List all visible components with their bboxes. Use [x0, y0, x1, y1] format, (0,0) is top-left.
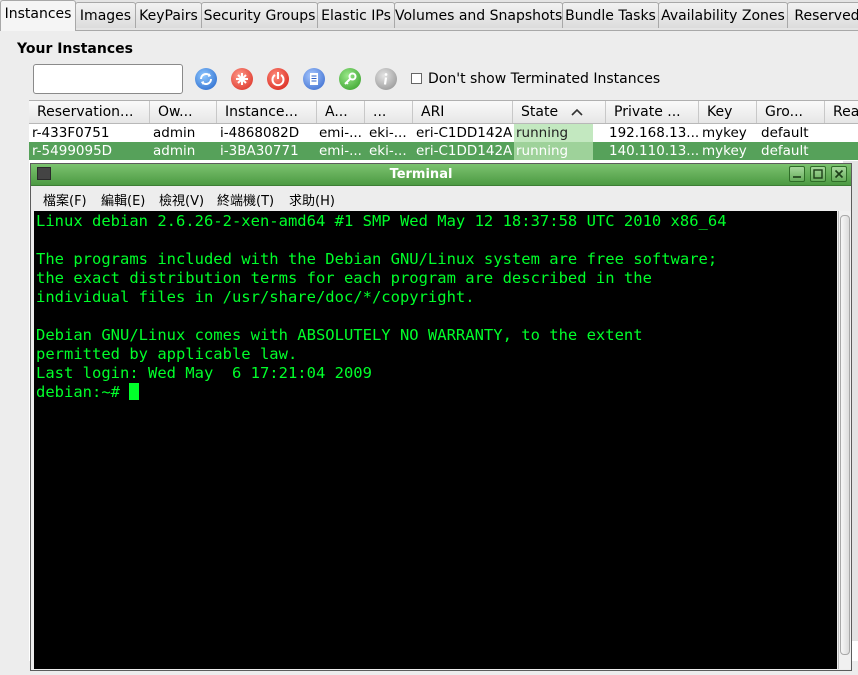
- terminal-screen[interactable]: Linux debian 2.6.26-2-xen-amd64 #1 SMP W…: [34, 211, 837, 669]
- page-title: Your Instances: [17, 41, 133, 57]
- cell-owner: admin: [153, 143, 196, 159]
- cell-owner: admin: [153, 125, 196, 141]
- maximize-button[interactable]: [810, 166, 826, 182]
- cell-ami: emi-...: [319, 125, 362, 141]
- cell-key: mykey: [702, 143, 747, 159]
- tab-instances[interactable]: Instances: [0, 0, 76, 31]
- tab-elastic-ips[interactable]: Elastic IPs: [317, 2, 395, 28]
- terminal-line: The programs included with the Debian GN…: [36, 250, 718, 268]
- terminal-window: Terminal 檔案(F) 編輯(E) 檢視(V) 終端機(T) 求助(H) …: [30, 163, 852, 671]
- connect-icon[interactable]: [339, 68, 361, 90]
- table-header: Reservation... Ow... Instance... A... ..…: [29, 101, 858, 124]
- terminal-scrollbar[interactable]: [838, 211, 851, 669]
- tab-availability-zones[interactable]: Availability Zones: [658, 2, 788, 28]
- tab-bar: Instances Images KeyPairs Security Group…: [0, 0, 858, 31]
- search-input[interactable]: [33, 64, 183, 94]
- terminal-line: Last login: Wed May 6 17:21:04 2009: [36, 364, 372, 382]
- cell-private-ip: 192.168.13...: [609, 125, 700, 141]
- cell-state: running: [514, 124, 593, 142]
- terminal-menubar: 檔案(F) 編輯(E) 檢視(V) 終端機(T) 求助(H): [31, 186, 851, 210]
- col-key[interactable]: Key: [699, 101, 757, 123]
- col-state[interactable]: State: [513, 101, 606, 123]
- menu-view[interactable]: 檢視(V): [159, 190, 204, 209]
- hide-terminated-checkbox[interactable]: [411, 73, 422, 84]
- terminal-line: Linux debian 2.6.26-2-xen-amd64 #1 SMP W…: [36, 212, 727, 230]
- close-icon: [834, 169, 844, 179]
- tab-bundle-tasks[interactable]: Bundle Tasks: [562, 2, 659, 28]
- terminal-title: Terminal: [389, 167, 453, 182]
- sort-ascending-icon: [571, 108, 583, 116]
- terminal-line: permitted by applicable law.: [36, 345, 298, 363]
- terminal-scrollbar-thumb[interactable]: [840, 215, 850, 655]
- cell-ami: emi-...: [319, 143, 362, 159]
- cell-aki: eki-...: [369, 125, 407, 141]
- col-reservation[interactable]: Reservation...: [29, 101, 150, 123]
- cell-ari: eri-C1DD142A: [416, 143, 513, 159]
- refresh-icon[interactable]: [195, 68, 217, 90]
- tab-volumes-snapshots[interactable]: Volumes and Snapshots: [394, 2, 563, 28]
- close-button[interactable]: [831, 166, 847, 182]
- cell-aki: eki-...: [369, 143, 407, 159]
- tab-security-groups[interactable]: Security Groups: [201, 2, 318, 28]
- hide-terminated-label: Don't show Terminated Instances: [428, 71, 661, 87]
- terminal-line: the exact distribution terms for each pr…: [36, 269, 652, 287]
- col-reason[interactable]: Rea: [825, 101, 858, 123]
- terminal-prompt: debian:~#: [36, 383, 130, 401]
- terminal-line: Debian GNU/Linux comes with ABSOLUTELY N…: [36, 326, 643, 344]
- terminal-prompt-line: debian:~#: [36, 383, 140, 402]
- table-row[interactable]: r-433F0751 admin i-4868082D emi-... eki-…: [29, 124, 858, 142]
- cell-private-ip: 140.110.13...: [609, 143, 700, 159]
- terminal-line: individual files in /usr/share/doc/*/cop…: [36, 288, 475, 306]
- menu-edit[interactable]: 編輯(E): [101, 190, 145, 209]
- menu-terminal[interactable]: 終端機(T): [217, 190, 274, 209]
- col-ari[interactable]: ARI: [413, 101, 513, 123]
- col-ami[interactable]: A...: [317, 101, 365, 123]
- cell-key: mykey: [702, 125, 747, 141]
- col-group[interactable]: Gro...: [757, 101, 825, 123]
- table-row[interactable]: r-5499095D admin i-3BA30771 emi-... eki-…: [29, 142, 858, 160]
- cell-instance: i-4868082D: [220, 125, 300, 141]
- maximize-icon: [813, 169, 823, 179]
- stop-icon[interactable]: [267, 68, 289, 90]
- cell-state: running: [514, 142, 593, 160]
- col-instance[interactable]: Instance...: [217, 101, 317, 123]
- col-aki[interactable]: ...: [365, 101, 413, 123]
- minimize-icon: [793, 176, 801, 178]
- info-icon[interactable]: [375, 68, 397, 90]
- terminal-cursor: [129, 383, 140, 400]
- terminal-titlebar[interactable]: Terminal: [31, 164, 851, 186]
- tab-keypairs[interactable]: KeyPairs: [135, 2, 202, 28]
- menu-help[interactable]: 求助(H): [289, 190, 335, 209]
- launch-icon[interactable]: [231, 68, 253, 90]
- cell-reservation: r-433F0751: [32, 125, 110, 141]
- cell-group: default: [761, 143, 809, 159]
- cell-group: default: [761, 125, 809, 141]
- cell-instance: i-3BA30771: [220, 143, 299, 159]
- col-owner[interactable]: Ow...: [150, 101, 217, 123]
- col-state-label: State: [521, 104, 559, 120]
- tab-reserved[interactable]: Reserved: [787, 2, 858, 28]
- console-icon[interactable]: [303, 68, 325, 90]
- tab-images[interactable]: Images: [75, 2, 136, 28]
- col-private-ip[interactable]: Private ...: [606, 101, 699, 123]
- menu-file[interactable]: 檔案(F): [43, 190, 87, 209]
- minimize-button[interactable]: [789, 166, 805, 182]
- cell-ari: eri-C1DD142A: [416, 125, 513, 141]
- cell-reservation: r-5499095D: [32, 143, 113, 159]
